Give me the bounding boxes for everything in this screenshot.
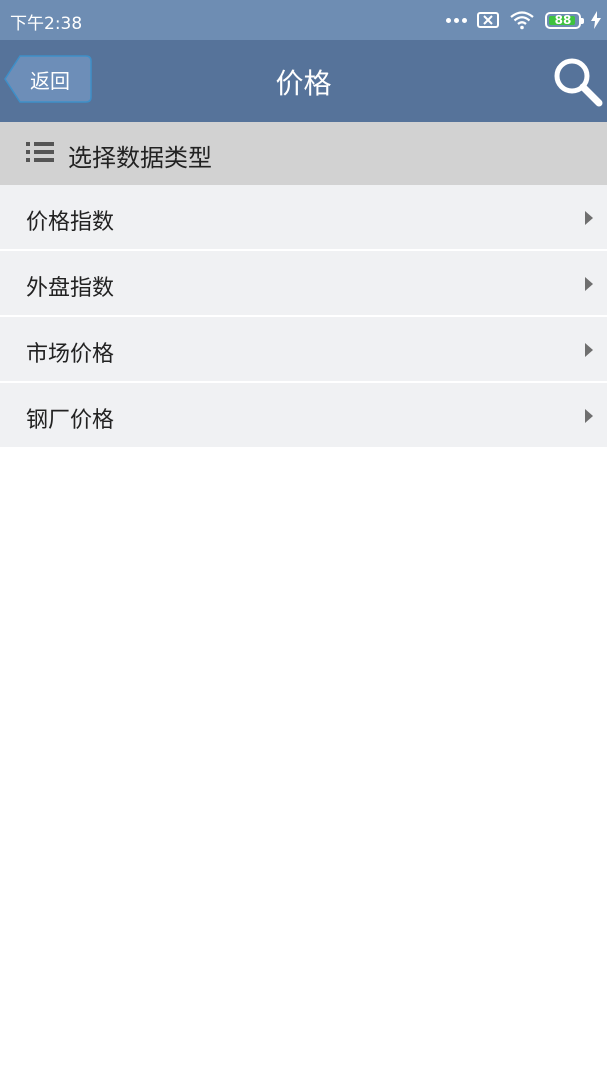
menu-item-foreign-index[interactable]: 外盘指数 [0, 251, 607, 317]
menu-item-mill-price[interactable]: 钢厂价格 [0, 383, 607, 449]
nav-bar: 返回 价格 [0, 40, 607, 122]
battery-icon: 88 [545, 11, 584, 29]
chevron-right-icon [585, 211, 593, 225]
chevron-right-icon [585, 343, 593, 357]
chevron-right-icon [585, 277, 593, 291]
list-icon [26, 142, 54, 162]
section-title: 选择数据类型 [68, 144, 212, 172]
menu-item-label: 外盘指数 [26, 276, 115, 301]
menu-list: 价格指数 外盘指数 市场价格 钢厂价格 [0, 185, 607, 449]
menu-item-label: 钢厂价格 [26, 408, 115, 433]
search-button[interactable] [551, 56, 605, 110]
status-icons: 88 [446, 8, 601, 32]
charging-icon [591, 11, 601, 29]
chevron-right-icon [585, 409, 593, 423]
search-icon [554, 58, 603, 107]
more-dots-icon [446, 17, 467, 23]
section-header: 选择数据类型 [0, 122, 607, 185]
menu-item-label: 价格指数 [26, 210, 115, 235]
page-title: 价格 [275, 67, 332, 100]
status-bar: 下午2:38 88 [0, 0, 607, 40]
sim-x-icon [477, 12, 499, 28]
menu-item-price-index[interactable]: 价格指数 [0, 185, 607, 251]
menu-item-market-price[interactable]: 市场价格 [0, 317, 607, 383]
status-time: 下午2:38 [10, 14, 83, 34]
menu-item-label: 市场价格 [26, 342, 115, 367]
battery-level: 88 [554, 13, 572, 27]
wifi-icon [510, 11, 534, 30]
